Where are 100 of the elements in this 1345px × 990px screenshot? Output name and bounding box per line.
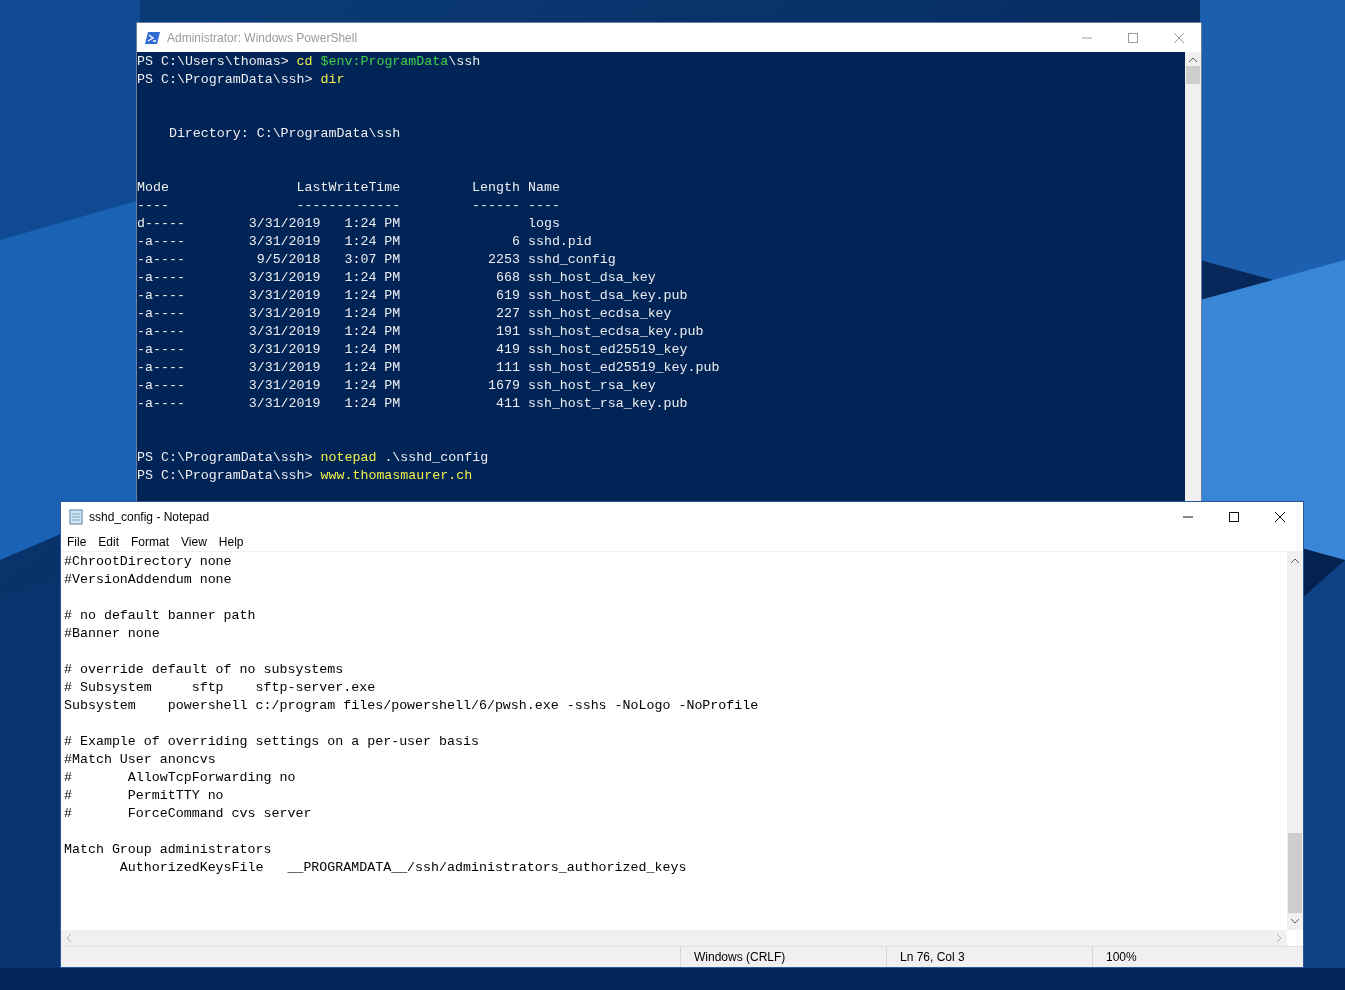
command-line: PS C:\Users\thomas> cd $env:ProgramData\ssh (137, 53, 481, 71)
mode-cell: -a---- (137, 270, 185, 285)
menu-item[interactable]: View (181, 532, 207, 551)
close-icon[interactable] (1274, 511, 1286, 523)
menu-item[interactable]: File (67, 532, 87, 551)
date-cell: 3/31/2019 (248, 270, 321, 285)
text-line: # ForceCommand cvs server (64, 805, 312, 823)
command-line: PS C:\ProgramData\ssh> www.thomasmaurer.ch (137, 467, 473, 485)
text-line: #VersionAddendum none (64, 571, 232, 589)
status-field: 100% (1092, 947, 1303, 967)
text-line: Match Group administrators (64, 841, 272, 859)
column-rule: ------ (472, 197, 520, 215)
column-header: Name (527, 179, 560, 197)
length-cell: 111 (496, 360, 520, 375)
scrollbar[interactable] (1287, 552, 1303, 930)
text-line: #Banner none (64, 625, 160, 643)
notepad-icon (69, 509, 83, 525)
scroll-up-icon[interactable] (1189, 57, 1197, 62)
text-line: AuthorizedKeysFile __PROGRAMDATA__/ssh/administrators_authorized_keys (118, 859, 687, 877)
date-cell: 3/31/2019 (248, 288, 321, 303)
length-cell: 227 (496, 306, 520, 321)
mode-cell: -a---- (137, 234, 185, 249)
date-cell: 3/31/2019 (248, 396, 321, 411)
column-rule: ---- (527, 197, 560, 215)
command-line: PS C:\ProgramData\ssh> dir (137, 71, 345, 89)
date-cell: 9/5/2018 (256, 252, 321, 267)
menu-item[interactable]: Format (131, 532, 170, 551)
date-cell: 3/31/2019 (248, 306, 321, 321)
date-cell: 3/31/2019 (248, 324, 321, 339)
length-cell: 619 (496, 288, 520, 303)
time-cell: 1:24 PM (344, 234, 401, 249)
mode-cell: -a---- (137, 306, 185, 321)
length-cell: 411 (496, 396, 520, 411)
column-rule: ------------- (296, 197, 401, 215)
length-cell: 6 (512, 234, 520, 249)
window-title: Administrator: Windows PowerShell (167, 29, 358, 47)
date-cell: 3/31/2019 (248, 342, 321, 357)
time-cell: 1:24 PM (344, 342, 401, 357)
name-cell: ssh_host_rsa_key (527, 377, 656, 395)
horizontal-scrollbar[interactable] (61, 930, 1287, 946)
window-title: sshd_config - Notepad (89, 509, 210, 526)
text-line: #ChrootDirectory none (64, 553, 232, 571)
name-cell: sshd.pid (527, 233, 592, 251)
menu-item[interactable]: Help (218, 532, 244, 551)
column-header: Mode (137, 179, 169, 197)
scroll-left-icon[interactable] (66, 934, 71, 942)
time-cell: 1:24 PM (344, 216, 401, 231)
name-cell: ssh_host_ed25519_key (527, 341, 688, 359)
status-field: Windows (CRLF) (680, 947, 886, 967)
name-cell: ssh_host_rsa_key.pub (527, 395, 688, 413)
mode-cell: -a---- (137, 288, 185, 303)
text-line: # AllowTcpForwarding no (64, 769, 296, 787)
powershell-icon (145, 30, 161, 45)
scroll-up-icon[interactable] (1291, 558, 1299, 563)
scrollbar[interactable] (1185, 52, 1201, 501)
column-header: Length (472, 179, 520, 197)
time-cell: 3:07 PM (344, 252, 401, 267)
text-line: # override default of no subsystems (64, 661, 344, 679)
length-cell: 668 (496, 270, 520, 285)
time-cell: 1:24 PM (344, 378, 401, 393)
mode-cell: d----- (137, 216, 185, 231)
scroll-down-icon[interactable] (1291, 919, 1299, 924)
time-cell: 1:24 PM (344, 396, 401, 411)
name-cell: ssh_host_dsa_key (527, 269, 656, 287)
time-cell: 1:24 PM (344, 270, 401, 285)
scroll-thumb[interactable] (1288, 833, 1302, 913)
mode-cell: -a---- (137, 360, 185, 375)
scroll-right-icon[interactable] (1277, 934, 1282, 942)
text-line: # PermitTTY no (64, 787, 224, 805)
time-cell: 1:24 PM (344, 306, 401, 321)
time-cell: 1:24 PM (344, 324, 401, 339)
scroll-thumb[interactable] (1186, 66, 1200, 84)
name-cell: ssh_host_ecdsa_key.pub (527, 323, 704, 341)
text-line: Subsystem powershell c:/program files/powershell/6/pwsh.exe -sshs -NoLogo -NoProfile (64, 697, 759, 715)
maximize-icon[interactable] (1228, 511, 1240, 523)
length-cell: 2253 (488, 252, 520, 267)
column-rule: ---- (137, 197, 169, 215)
time-cell: 1:24 PM (344, 360, 401, 375)
date-cell: 3/31/2019 (248, 360, 321, 375)
command-line: PS C:\ProgramData\ssh> notepad .\sshd_config (137, 449, 489, 467)
mode-cell: -a---- (137, 324, 185, 339)
text-line: # Subsystem sftp sftp-server.exe (64, 679, 376, 697)
length-cell: 191 (496, 324, 520, 339)
date-cell: 3/31/2019 (248, 234, 321, 249)
length-cell: 1679 (488, 378, 520, 393)
mode-cell: -a---- (137, 396, 185, 411)
output-line: Directory: C:\ProgramData\ssh (167, 125, 401, 143)
mode-cell: -a---- (137, 342, 185, 357)
name-cell: sshd_config (527, 251, 616, 269)
length-cell: 419 (496, 342, 520, 357)
menu-item[interactable]: Edit (98, 532, 120, 551)
date-cell: 3/31/2019 (248, 378, 321, 393)
name-cell: ssh_host_dsa_key.pub (527, 287, 688, 305)
name-cell: ssh_host_ecdsa_key (527, 305, 672, 323)
time-cell: 1:24 PM (344, 288, 401, 303)
text-line: #Match User anoncvs (64, 751, 216, 769)
text-line: # no default banner path (64, 607, 256, 625)
date-cell: 3/31/2019 (248, 216, 321, 231)
mode-cell: -a---- (137, 252, 185, 267)
status-field: Ln 76, Col 3 (886, 947, 1092, 967)
